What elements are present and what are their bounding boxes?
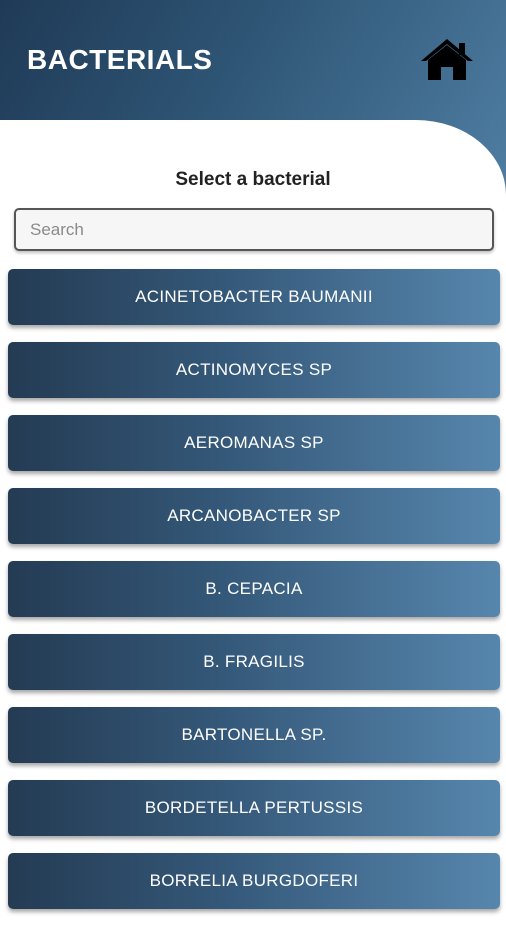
search-input[interactable] — [14, 208, 494, 251]
list-item-label: BORRELIA BURGDOFERI — [149, 871, 359, 890]
main-panel: Select a bacterial ACINETOBACTER BAUMANI… — [0, 120, 506, 909]
list-item-label: ACINETOBACTER BAUMANII — [135, 287, 373, 306]
list-item-label: BARTONELLA SP. — [181, 725, 327, 744]
bacterial-list: ACINETOBACTER BAUMANII ACTINOMYCES SP AE… — [8, 269, 500, 926]
home-icon — [421, 39, 473, 80]
list-item-button[interactable]: B. FRAGILIS — [8, 634, 500, 690]
list-item-label: B. FRAGILIS — [203, 652, 305, 671]
list-item-button[interactable]: ACTINOMYCES SP — [8, 342, 500, 398]
list-item-label: B. CEPACIA — [205, 579, 303, 598]
list-item-button[interactable]: BORDETELLA PERTUSSIS — [8, 780, 500, 836]
list-item-button[interactable]: ACINETOBACTER BAUMANII — [8, 269, 500, 325]
home-button[interactable] — [418, 36, 476, 82]
list-item-button[interactable]: AEROMANAS SP — [8, 415, 500, 471]
list-item-label: ARCANOBACTER SP — [167, 506, 341, 525]
list-item-button[interactable]: B. CEPACIA — [8, 561, 500, 617]
list-item-label: ACTINOMYCES SP — [175, 360, 333, 379]
list-item-label: AEROMANAS SP — [184, 433, 324, 452]
list-item-button[interactable]: BORRELIA BURGDOFERI — [8, 853, 500, 909]
page-title: BACTERIALS — [27, 44, 213, 75]
list-item-label: BORDETELLA PERTUSSIS — [144, 798, 364, 817]
list-item-button[interactable]: BARTONELLA SP. — [8, 707, 500, 763]
list-item-button[interactable]: ARCANOBACTER SP — [8, 488, 500, 544]
section-subtitle: Select a bacterial — [175, 169, 331, 190]
